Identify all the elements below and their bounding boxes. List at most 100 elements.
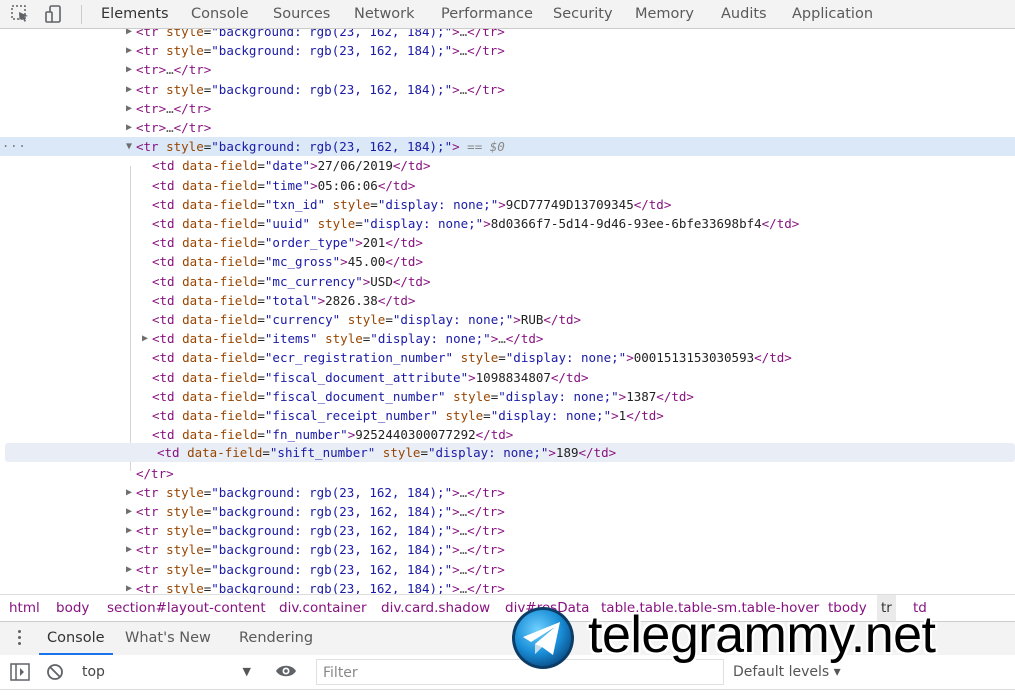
td-mc-gross[interactable]: <td data-field="mc_gross">45.00</td> xyxy=(0,252,1015,271)
node-markup: <tr>…</tr> xyxy=(136,62,212,77)
expand-arrow-closed-icon[interactable]: ▶ xyxy=(126,118,132,137)
tree-row-collapsed[interactable]: ▶ <tr style="background: rgb(23, 162, 184… xyxy=(0,521,1015,540)
node-markup: <td data-field="fiscal_document_number" … xyxy=(152,389,694,404)
tab-application[interactable]: Application xyxy=(792,0,873,28)
tab-security[interactable]: Security xyxy=(553,0,613,28)
tr-close-tag[interactable]: </tr> xyxy=(0,464,1015,483)
tree-row-collapsed[interactable]: ▶ <tr style="background: rgb(23, 162, 184… xyxy=(0,80,1015,99)
td-ecr-registration-number[interactable]: <td data-field="ecr_registration_number"… xyxy=(0,348,1015,367)
watermark-text: telegrammy.net xyxy=(588,606,936,664)
expand-arrow-closed-icon[interactable]: ▶ xyxy=(126,29,132,41)
td-mc-currency[interactable]: <td data-field="mc_currency">USD</td> xyxy=(0,272,1015,291)
td-order-type[interactable]: <td data-field="order_type">201</td> xyxy=(0,233,1015,252)
breadcrumb-item[interactable]: body xyxy=(56,595,89,621)
td-fiscal-receipt-number[interactable]: <td data-field="fiscal_receipt_number" s… xyxy=(0,406,1015,425)
node-markup: <td data-field="fiscal_receipt_number" s… xyxy=(152,408,664,423)
clear-console-icon[interactable] xyxy=(46,663,64,685)
breadcrumb-item[interactable]: html xyxy=(9,595,40,621)
drawer-menu-icon[interactable] xyxy=(14,630,24,648)
expand-arrow-closed-icon[interactable]: ▶ xyxy=(126,80,132,99)
node-markup: <td data-field="items" style="display: n… xyxy=(152,331,544,346)
drawer-tab-label: What's New xyxy=(125,630,211,646)
td-date[interactable]: <td data-field="date">27/06/2019</td> xyxy=(0,156,1015,175)
expand-arrow-open-icon[interactable]: ▼ xyxy=(126,137,132,156)
node-markup: <td data-field="shift_number" style="dis… xyxy=(157,445,617,460)
node-markup: <td data-field="time">05:06:06</td> xyxy=(152,178,416,193)
td-fiscal-document-attribute[interactable]: <td data-field="fiscal_document_attribut… xyxy=(0,368,1015,387)
node-markup: <td data-field="mc_currency">USD</td> xyxy=(152,274,431,289)
node-markup: <tr>…</tr> xyxy=(136,101,212,116)
node-markup: <tr style="background: rgb(23, 162, 184)… xyxy=(136,485,505,500)
node-markup: <td data-field="uuid" style="display: no… xyxy=(152,216,800,231)
inspect-element-icon[interactable] xyxy=(10,4,32,24)
tree-row-collapsed[interactable]: ▶ <tr>…</tr> xyxy=(0,60,1015,79)
sidebar-toggle-icon[interactable] xyxy=(10,663,30,685)
td-currency[interactable]: <td data-field="currency" style="display… xyxy=(0,310,1015,329)
context-value: top xyxy=(82,664,105,680)
expand-arrow-closed-icon[interactable]: ▶ xyxy=(142,329,148,348)
telegram-logo-icon xyxy=(510,605,576,671)
node-markup: <td data-field="fn_number">9252440300077… xyxy=(152,427,514,442)
tree-row-selected[interactable]: ▼... <tr style="background: rgb(23, 162, … xyxy=(0,134,1015,156)
device-toolbar-icon[interactable] xyxy=(44,4,66,24)
tree-row-collapsed[interactable]: ▶ <tr style="background: rgb(23, 162, 184… xyxy=(0,502,1015,521)
tree-row-collapsed[interactable]: ▶ <tr>…</tr> xyxy=(0,118,1015,137)
node-markup: <td data-field="order_type">201</td> xyxy=(152,235,423,250)
td-total[interactable]: <td data-field="total">2826.38</td> xyxy=(0,291,1015,310)
node-markup: <td data-field="ecr_registration_number"… xyxy=(152,350,792,365)
td-fn-number[interactable]: <td data-field="fn_number">9252440300077… xyxy=(0,425,1015,444)
node-markup: <tr style="background: rgb(23, 162, 184)… xyxy=(136,542,505,557)
tree-row-collapsed[interactable]: ▶ <tr style="background: rgb(23, 162, 184… xyxy=(0,483,1015,502)
toolbar-divider xyxy=(81,5,82,24)
tab-network[interactable]: Network xyxy=(354,0,415,28)
tree-row-collapsed[interactable]: ▶ <tr style="background: rgb(23, 162, 184… xyxy=(0,29,1015,41)
drawer-tab-rendering[interactable]: Rendering xyxy=(239,622,313,655)
node-markup: <tr style="background: rgb(23, 162, 184)… xyxy=(136,43,505,58)
breadcrumb-item[interactable]: section#layout-content xyxy=(107,595,266,621)
devtools-tabbar: Elements Console Sources Network Performance… xyxy=(0,0,1015,29)
expand-arrow-closed-icon[interactable]: ▶ xyxy=(126,502,132,521)
td-items[interactable]: ▶ <td data-field="items" style="display: … xyxy=(0,329,1015,348)
node-markup: <td data-field="fiscal_document_attribut… xyxy=(152,370,589,385)
td-uuid[interactable]: <td data-field="uuid" style="display: no… xyxy=(0,214,1015,233)
drawer-tab-label: Console xyxy=(47,630,105,646)
node-markup: <tr style="background: rgb(23, 162, 184)… xyxy=(136,504,505,519)
breadcrumb-item[interactable]: div.card.shadow xyxy=(381,595,490,621)
node-markup: <td data-field="mc_gross">45.00</td> xyxy=(152,254,423,269)
node-markup: <tr style="background: rgb(23, 162, 184)… xyxy=(136,82,505,97)
tree-row-collapsed[interactable]: ▶ <tr style="background: rgb(23, 162, 184… xyxy=(0,41,1015,60)
tab-elements[interactable]: Elements xyxy=(101,0,169,28)
tree-row-collapsed[interactable]: ▶ <tr style="background: rgb(23, 162, 184… xyxy=(0,579,1015,594)
tab-console[interactable]: Console xyxy=(191,0,249,28)
td-fiscal-document-number[interactable]: <td data-field="fiscal_document_number" … xyxy=(0,387,1015,406)
context-selector[interactable]: top ▼ xyxy=(82,660,257,684)
breadcrumb-item[interactable]: div.container xyxy=(279,595,367,621)
expand-arrow-closed-icon[interactable]: ▶ xyxy=(126,540,132,559)
td-time[interactable]: <td data-field="time">05:06:06</td> xyxy=(0,176,1015,195)
drawer-tab-console[interactable]: Console xyxy=(39,622,113,655)
node-markup: <td data-field="total">2826.38</td> xyxy=(152,293,416,308)
tab-performance[interactable]: Performance xyxy=(441,0,533,28)
node-markup: <td data-field="currency" style="display… xyxy=(152,312,582,327)
expand-arrow-closed-icon[interactable]: ▶ xyxy=(126,521,132,540)
tab-memory[interactable]: Memory xyxy=(635,0,694,28)
td-txn-id[interactable]: <td data-field="txn_id" style="display: … xyxy=(0,195,1015,214)
expand-arrow-closed-icon[interactable]: ▶ xyxy=(126,99,132,118)
expand-arrow-closed-icon[interactable]: ▶ xyxy=(126,60,132,79)
drawer-tab-what-s-new[interactable]: What's New xyxy=(125,622,211,655)
expand-arrow-closed-icon[interactable]: ▶ xyxy=(126,579,132,594)
expand-arrow-closed-icon[interactable]: ▶ xyxy=(126,560,132,579)
tab-audits[interactable]: Audits xyxy=(721,0,767,28)
tab-sources[interactable]: Sources xyxy=(273,0,330,28)
tree-row-collapsed[interactable]: ▶ <tr style="background: rgb(23, 162, 184… xyxy=(0,540,1015,559)
watermark: telegrammy.net xyxy=(510,603,1010,675)
elements-tree: ▶ <tr style="background: rgb(23, 162, 184… xyxy=(0,29,1015,594)
tree-row-collapsed[interactable]: ▶ <tr>…</tr> xyxy=(0,99,1015,118)
node-markup: <tr style="background: rgb(23, 162, 184)… xyxy=(136,139,505,154)
expand-arrow-closed-icon[interactable]: ▶ xyxy=(126,483,132,502)
live-expression-eye-icon[interactable] xyxy=(275,663,297,683)
expand-arrow-closed-icon[interactable]: ▶ xyxy=(126,41,132,60)
node-menu-icon[interactable]: ... xyxy=(2,134,27,153)
tree-row-collapsed[interactable]: ▶ <tr style="background: rgb(23, 162, 184… xyxy=(0,560,1015,579)
td-shift-number[interactable]: <td data-field="shift_number" style="dis… xyxy=(5,443,1015,462)
